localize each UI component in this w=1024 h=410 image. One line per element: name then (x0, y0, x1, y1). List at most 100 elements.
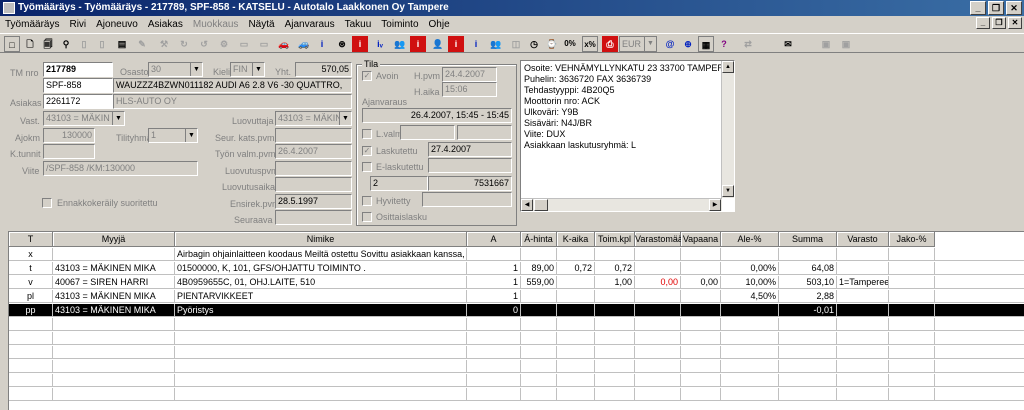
printer-icon[interactable]: ⎙ (602, 36, 618, 52)
col-header-myyja[interactable]: Myyjä (53, 232, 175, 247)
info-red2-icon[interactable]: i (410, 36, 426, 52)
globe-icon[interactable]: ⊕ (680, 36, 696, 52)
open-document-icon[interactable]: 🗐 (40, 36, 56, 52)
x-percent-icon[interactable]: x% (582, 36, 598, 52)
scroll-down-icon[interactable]: ▼ (722, 185, 734, 197)
menu-muokkaus[interactable]: Muokkaus (188, 19, 244, 30)
reload-icon[interactable]: ↺ (196, 36, 212, 52)
tilityhma-select[interactable]: 1 ▼ (148, 128, 198, 143)
disabled-tool-icon[interactable]: ◫ (508, 36, 524, 52)
menu-nayta[interactable]: Näytä (243, 19, 279, 30)
info2-icon[interactable]: i (468, 36, 484, 52)
scroll-thumb[interactable] (534, 199, 548, 211)
info-v-icon[interactable]: iᵥ (372, 36, 388, 52)
edit-document-icon[interactable]: ✎ (134, 36, 150, 52)
scroll-up-icon[interactable]: ▲ (722, 61, 734, 73)
frame2-icon[interactable]: ▭ (256, 36, 272, 52)
restore-button[interactable]: ❐ (988, 1, 1004, 15)
wheel-icon[interactable]: ⊛ (334, 36, 350, 52)
col-header-toimkpl[interactable]: Toim.kpl (595, 232, 635, 247)
frame-icon[interactable]: ▭ (236, 36, 252, 52)
help-icon[interactable]: ? (716, 36, 732, 52)
new-document-icon[interactable]: 🗋 (22, 36, 38, 52)
ennakko-checkbox[interactable] (42, 198, 52, 208)
table-row-empty[interactable] (9, 388, 1024, 401)
chevron-down-icon[interactable]: ▼ (252, 63, 264, 76)
menu-takuu[interactable]: Takuu (340, 19, 377, 30)
col-header-t[interactable]: T (9, 232, 53, 247)
luovuttaja-select[interactable]: 43103 = MÄKIN ▼ (275, 111, 352, 126)
car-icon[interactable]: 🚗 (276, 36, 292, 52)
users-icon[interactable]: 👥 (392, 36, 408, 52)
window2-icon[interactable]: ▣ (838, 36, 854, 52)
table-row[interactable]: t 43103 = MÄKINEN MIKA 01500000, K, 101,… (9, 262, 1024, 275)
table-row-empty[interactable] (9, 374, 1024, 387)
new-blank-icon[interactable]: □ (4, 36, 20, 52)
table-row[interactable]: x Airbagin ohjainlaitteen koodaus Meiltä… (9, 248, 1024, 261)
col-header-vapaana[interactable]: Vapaana (681, 232, 721, 247)
info-icon[interactable]: i (314, 36, 330, 52)
lvalm-checkbox[interactable] (362, 129, 372, 139)
chevron-down-icon[interactable]: ▼ (190, 63, 202, 76)
mdi-close-button[interactable]: ✕ (1008, 17, 1022, 29)
col-header-varastomaar[interactable]: Varastomäär (635, 232, 686, 247)
clock-check-icon[interactable]: ◷ (526, 36, 542, 52)
order-lines-grid[interactable]: T Myyjä Nimike A Á-hinta K-aika Toim.kpl… (8, 231, 1024, 410)
elaskutettu-checkbox[interactable] (362, 162, 372, 172)
menu-ajanvaraus[interactable]: Ajanvaraus (280, 19, 340, 30)
table-row-empty[interactable] (9, 318, 1024, 331)
tools-icon[interactable]: ⚒ (156, 36, 172, 52)
mdi-restore-button[interactable]: ❐ (992, 17, 1006, 29)
car-tools-icon[interactable]: 🚙 (296, 36, 312, 52)
settings-icon[interactable]: ⚙ (216, 36, 232, 52)
laskutettu-checkbox[interactable]: ✓ (362, 146, 372, 156)
rekno-field[interactable]: SPF-858 (43, 78, 113, 93)
person-icon[interactable]: 👤 (430, 36, 446, 52)
blank-tool-icon[interactable]: ▯ (76, 36, 92, 52)
table-row-empty[interactable] (9, 332, 1024, 345)
refresh-icon[interactable]: ↻ (176, 36, 192, 52)
at-icon[interactable]: @ (662, 36, 678, 52)
currency-select[interactable]: EUR ▼ (619, 36, 657, 52)
col-header-a[interactable]: A (467, 232, 521, 247)
hyvitetty-checkbox[interactable] (362, 196, 372, 206)
col-header-jako[interactable]: Jako-% (889, 232, 935, 247)
vast-select[interactable]: 43103 = MÄKIN ▼ (43, 111, 125, 126)
info-horizontal-scrollbar[interactable]: ◀ ▶ (521, 198, 722, 211)
asiakas-nro-field[interactable]: 2261172 (43, 94, 113, 109)
col-header-nimike[interactable]: Nimike (175, 232, 467, 247)
chevron-down-icon[interactable]: ▼ (112, 112, 124, 125)
osittais-checkbox[interactable] (362, 212, 372, 222)
menu-asiakas[interactable]: Asiakas (143, 19, 188, 30)
tm-nro-field[interactable]: 217789 (43, 62, 113, 77)
col-header-ahinta[interactable]: Á-hinta (521, 232, 557, 247)
col-header-summa[interactable]: Summa (779, 232, 837, 247)
info-vertical-scrollbar[interactable]: ▲ ▼ (721, 61, 734, 198)
calendar-icon[interactable]: ▦ (698, 36, 714, 52)
mail-icon[interactable]: ✉ (780, 36, 796, 52)
menu-toiminto[interactable]: Toiminto (376, 19, 423, 30)
osasto-select[interactable]: 30 ▼ (148, 62, 203, 77)
chevron-down-icon[interactable]: ▼ (339, 112, 351, 125)
kieli-select[interactable]: FIN ▼ (230, 62, 265, 77)
table-row-empty[interactable] (9, 360, 1024, 373)
scroll-right-icon[interactable]: ▶ (709, 199, 721, 211)
chevron-down-icon[interactable]: ▼ (185, 129, 197, 142)
col-header-ale[interactable]: Ale-% (721, 232, 779, 247)
close-button[interactable]: ✕ (1006, 1, 1022, 15)
window-icon[interactable]: ▣ (818, 36, 834, 52)
avoin-checkbox[interactable]: ✓ (362, 71, 372, 81)
info-red3-icon[interactable]: i (448, 36, 464, 52)
menu-tyomaarays[interactable]: Työmääräys (0, 19, 64, 30)
menu-ajoneuvo[interactable]: Ajoneuvo (91, 19, 143, 30)
chevron-down-icon[interactable]: ▼ (644, 37, 656, 51)
scroll-left-icon[interactable]: ◀ (521, 199, 533, 211)
calc-document-icon[interactable]: ▤ (114, 36, 130, 52)
page-icon[interactable]: ▯ (94, 36, 110, 52)
menu-ohje[interactable]: Ohje (424, 19, 455, 30)
info-red-icon[interactable]: i (352, 36, 368, 52)
transfer-icon[interactable]: ⇄ (740, 36, 756, 52)
table-row-selected[interactable]: pp 43103 = MÄKINEN MIKA Pyöristys 0 -0,0… (9, 304, 1024, 317)
customer-info-box[interactable]: Osoite: VEHNÄMYLLYNKATU 23 33700 TAMPER … (520, 60, 735, 212)
users-group-icon[interactable]: 👥 (488, 36, 504, 52)
